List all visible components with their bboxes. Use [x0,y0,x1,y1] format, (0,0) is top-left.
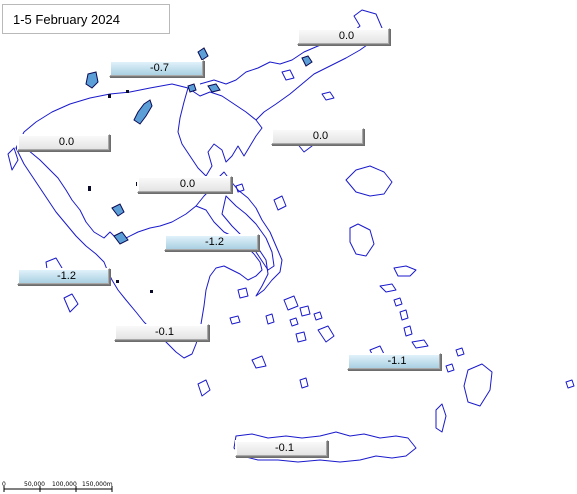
map-canvas[interactable]: 1-5 February 2024 0.0 -0.7 0.0 0.0 0.0 -… [0,0,577,494]
cyclades-mykonos [313,311,323,321]
cyclades-naxos [317,325,335,343]
cyclades-tinos [299,305,311,317]
skiathos [235,183,245,193]
lake-kerkini [197,47,209,61]
region-value-thessaly: 0.0 [137,176,232,193]
karpathos [435,403,447,433]
cyclades-paros [295,331,307,343]
samos [393,265,417,277]
chalkidiki-coast [177,87,263,177]
chios [349,223,375,257]
ikaria [379,283,397,293]
region-value-dodecanese: -1.1 [347,353,441,370]
scale-label-50000: 50,000 [24,481,45,488]
lesvos [345,165,393,197]
saronic-hydra [229,315,241,325]
lake-trichonida [113,231,129,245]
euboea [221,195,275,271]
region-value-ionian-islands: -1.2 [17,268,110,285]
dodecanese-symi [455,347,465,357]
dodecanese-kos [411,339,429,349]
region-value-north-aegean-islands: -0.7 [109,60,204,77]
lake-vegoritida [133,99,153,125]
region-value-epirus-corfu: 0.0 [17,134,110,151]
cyclades-milos [251,355,267,369]
scale-label-100000: 100,000 [52,481,77,488]
scale-label-150000: 150,000m [82,481,113,488]
skyros [273,195,287,211]
cyclades-syros [289,317,299,327]
region-value-central-macedonia: 0.0 [271,128,364,145]
lake-prespa [85,71,99,89]
kythira [197,379,211,397]
map-title: 1-5 February 2024 [2,4,170,34]
rhodes [463,363,493,407]
lake-vistonida [187,83,197,93]
cyclades-kea [265,313,275,325]
samothraki [321,91,335,101]
dodecanese-patmos [393,297,403,307]
region-value-crete: -0.1 [235,440,328,457]
lake-volvi [207,83,221,93]
scale-label-0: 0 [2,481,6,488]
greece-outline-map [3,9,575,492]
lake-kastoria [111,203,125,217]
lake-doirani [301,55,313,67]
region-value-peloponnese: -0.1 [114,324,209,341]
cyclades-andros [283,295,299,311]
zakynthos [63,293,79,313]
corfu [7,147,19,171]
dodecanese-leros [399,309,409,321]
cyclades-santorini [299,377,309,389]
dodecanese-kalymnos [403,325,413,337]
region-value-attica-euboea: -1.2 [164,234,259,251]
region-value-thrace: 0.0 [297,28,390,45]
dodecanese-tilos [445,363,455,373]
saronic-aegina [237,287,249,299]
thasos [281,69,295,81]
kastellorizo [565,379,575,389]
